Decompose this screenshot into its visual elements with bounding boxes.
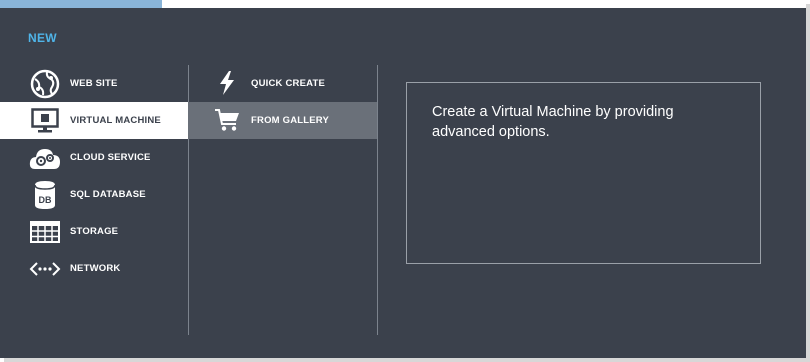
- option-label: FROM GALLERY: [251, 115, 330, 126]
- category-network[interactable]: NETWORK: [0, 250, 188, 287]
- category-cloud-service[interactable]: CLOUD SERVICE: [0, 139, 188, 176]
- category-label: SQL DATABASE: [70, 189, 146, 200]
- cart-icon: [214, 106, 240, 134]
- cloud-gears-icon: [28, 142, 62, 174]
- top-accent-bar: [0, 0, 162, 8]
- category-web-site[interactable]: WEB SITE: [0, 65, 188, 102]
- category-storage[interactable]: STORAGE: [0, 213, 188, 250]
- category-label: WEB SITE: [70, 78, 118, 89]
- divider-right: [377, 65, 378, 335]
- option-label: QUICK CREATE: [251, 78, 326, 89]
- category-sql-database[interactable]: DB SQL DATABASE: [0, 176, 188, 213]
- new-heading: NEW: [28, 31, 57, 45]
- table-grid-icon: [28, 216, 62, 248]
- database-icon: DB: [28, 179, 62, 211]
- window-shadow-right: [806, 4, 810, 362]
- category-label: CLOUD SERVICE: [70, 152, 151, 163]
- lightning-icon: [214, 69, 240, 97]
- svg-text:DB: DB: [39, 195, 52, 205]
- category-label: VIRTUAL MACHINE: [70, 115, 161, 126]
- network-icon: [28, 253, 62, 285]
- globe-icon: [28, 68, 62, 100]
- category-label: STORAGE: [70, 226, 119, 237]
- new-dialog: NEW WEB SITE VIRTUAL MACHINE CLOUD SERVI…: [0, 0, 806, 358]
- description-text: Create a Virtual Machine by providing ad…: [432, 104, 674, 140]
- window-shadow-bottom: [4, 358, 810, 362]
- option-from-gallery[interactable]: FROM GALLERY: [188, 102, 377, 139]
- monitor-icon: [28, 105, 62, 137]
- option-quick-create[interactable]: QUICK CREATE: [188, 65, 377, 102]
- description-panel: Create a Virtual Machine by providing ad…: [406, 82, 761, 264]
- category-label: NETWORK: [70, 263, 121, 274]
- category-virtual-machine[interactable]: VIRTUAL MACHINE: [0, 102, 188, 139]
